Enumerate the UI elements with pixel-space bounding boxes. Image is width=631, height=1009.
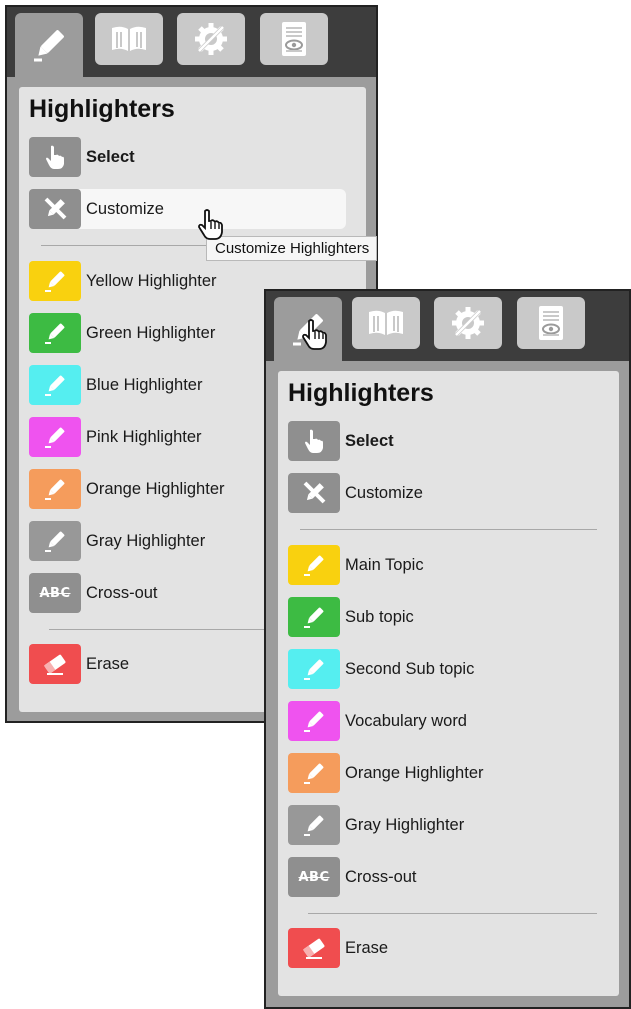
tab-preview[interactable] — [260, 13, 328, 65]
erase-label: Erase — [345, 938, 389, 957]
highlighter-pen-icon — [29, 521, 81, 561]
crossout-icon-text: ABC — [39, 585, 71, 601]
highlighter-label: Yellow Highlighter — [86, 271, 217, 290]
divider — [300, 529, 597, 530]
select-label: Select — [345, 431, 394, 450]
highlighter-gray[interactable]: Gray Highlighter — [29, 521, 205, 561]
customize-highlighter-icon — [29, 189, 81, 229]
crossout-label: Cross-out — [86, 583, 158, 602]
eraser-icon — [29, 644, 81, 684]
highlighter-orange[interactable]: Orange Highlighter — [29, 469, 225, 509]
highlighter-pen-icon — [29, 365, 81, 405]
select-label: Select — [86, 147, 135, 166]
hand-cursor-icon — [196, 208, 226, 247]
highlighters-content: Highlighters Select Customize Main Topic — [278, 371, 619, 996]
highlighter-blue[interactable]: Blue Highlighter — [29, 365, 202, 405]
highlighters-panel-renamed: Highlighters Select Customize Main Topic — [264, 289, 631, 1009]
hand-cursor-icon — [300, 318, 330, 357]
tools-icon — [192, 20, 230, 58]
highlighter-label: Green Highlighter — [86, 323, 216, 342]
customize-tool[interactable]: Customize — [29, 189, 346, 229]
crossout-icon-text: ABC — [298, 869, 330, 885]
highlighter-gray[interactable]: Gray Highlighter — [288, 805, 464, 845]
tab-tools[interactable] — [434, 297, 502, 349]
highlighter-main-topic[interactable]: Main Topic — [288, 545, 424, 585]
highlighter-label: Orange Highlighter — [345, 763, 484, 782]
strikethrough-icon: ABC — [288, 857, 340, 897]
highlighter-icon — [30, 26, 68, 64]
highlighter-pen-icon — [288, 753, 340, 793]
tab-tools[interactable] — [177, 13, 245, 65]
erase-tool[interactable]: Erase — [288, 928, 388, 968]
highlighter-pen-icon — [29, 313, 81, 353]
highlighter-label: Main Topic — [345, 555, 424, 574]
tools-icon — [449, 304, 487, 342]
highlighter-label: Gray Highlighter — [345, 815, 465, 834]
document-eye-icon — [279, 20, 309, 58]
crossout-tool[interactable]: ABC Cross-out — [29, 573, 158, 613]
customize-tooltip: Customize Highlighters — [206, 236, 377, 261]
book-icon — [366, 308, 406, 338]
tab-preview[interactable] — [517, 297, 585, 349]
highlighter-label: Pink Highlighter — [86, 427, 202, 446]
customize-highlighter-icon — [288, 473, 340, 513]
customize-label: Customize — [86, 199, 164, 218]
highlighter-pen-icon — [288, 805, 340, 845]
tab-bar — [7, 7, 376, 77]
highlighter-label: Gray Highlighter — [86, 531, 206, 550]
highlighter-pen-icon — [29, 417, 81, 457]
erase-tool[interactable]: Erase — [29, 644, 129, 684]
highlighter-pink[interactable]: Pink Highlighter — [29, 417, 202, 457]
erase-label: Erase — [86, 654, 130, 673]
pointer-hand-icon — [29, 137, 81, 177]
document-eye-icon — [536, 304, 566, 342]
crossout-label: Cross-out — [345, 867, 417, 886]
crossout-tool[interactable]: ABC Cross-out — [288, 857, 417, 897]
highlighter-second-sub-topic[interactable]: Second Sub topic — [288, 649, 474, 689]
highlighter-label: Orange Highlighter — [86, 479, 225, 498]
highlighter-pen-icon — [288, 597, 340, 637]
select-tool[interactable]: Select — [288, 421, 394, 461]
highlighter-label: Sub topic — [345, 607, 414, 626]
eraser-icon — [288, 928, 340, 968]
highlighter-label: Vocabulary word — [345, 711, 467, 730]
pointer-hand-icon — [288, 421, 340, 461]
highlighter-yellow[interactable]: Yellow Highlighter — [29, 261, 217, 301]
divider — [308, 913, 597, 914]
highlighter-orange[interactable]: Orange Highlighter — [288, 753, 484, 793]
highlighter-pen-icon — [288, 649, 340, 689]
highlighter-vocabulary-word[interactable]: Vocabulary word — [288, 701, 467, 741]
tab-book[interactable] — [352, 297, 420, 349]
highlighter-pen-icon — [29, 469, 81, 509]
tab-highlighters[interactable] — [15, 13, 83, 77]
highlighter-pen-icon — [288, 545, 340, 585]
customize-tool[interactable]: Customize — [288, 473, 423, 513]
strikethrough-icon: ABC — [29, 573, 81, 613]
panel-title: Highlighters — [288, 379, 434, 407]
highlighter-pen-icon — [29, 261, 81, 301]
select-tool[interactable]: Select — [29, 137, 135, 177]
highlighter-label: Second Sub topic — [345, 659, 475, 678]
panel-title: Highlighters — [29, 95, 175, 123]
highlighter-label: Blue Highlighter — [86, 375, 203, 394]
highlighter-green[interactable]: Green Highlighter — [29, 313, 215, 353]
highlighter-pen-icon — [288, 701, 340, 741]
highlighter-sub-topic[interactable]: Sub topic — [288, 597, 414, 637]
tab-book[interactable] — [95, 13, 163, 65]
customize-label: Customize — [345, 483, 423, 502]
book-icon — [109, 24, 149, 54]
